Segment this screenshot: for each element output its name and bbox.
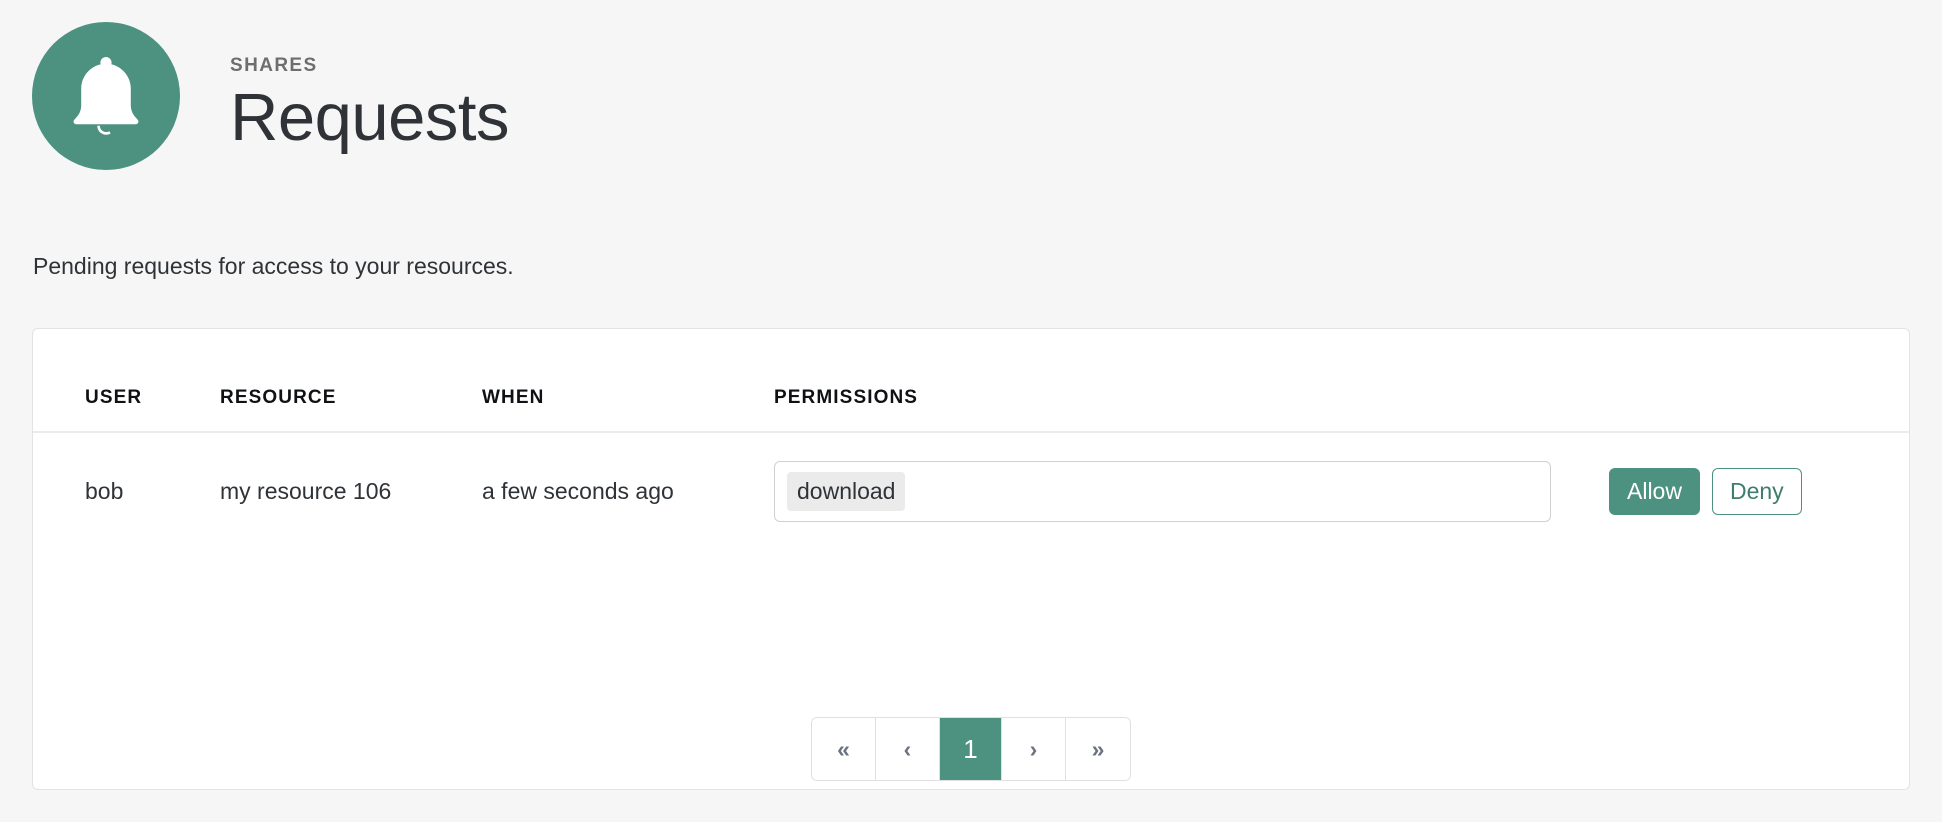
column-header-when: WHEN (482, 329, 774, 433)
cell-when: a few seconds ago (482, 478, 674, 505)
column-header-user: USER (33, 329, 220, 433)
table-header-row: USER RESOURCE WHEN PERMISSIONS (33, 329, 1909, 433)
requests-page: SHARES Requests Pending requests for acc… (0, 0, 1942, 822)
pagination-prev-button[interactable]: ‹ (876, 718, 940, 780)
cell-user: bob (85, 478, 124, 505)
column-header-actions (1609, 329, 1909, 433)
permission-tag[interactable]: download (787, 472, 906, 512)
cell-actions: Allow Deny (1609, 432, 1909, 550)
header-text: SHARES Requests (230, 22, 510, 155)
cell-permissions: download (774, 432, 1609, 550)
row-actions: Allow Deny (1609, 468, 1909, 516)
pagination: « ‹ 1 › » (811, 717, 1131, 781)
pagination-first-button[interactable]: « (812, 718, 876, 780)
page-title: Requests (230, 80, 510, 155)
bell-icon (32, 22, 180, 170)
column-header-permissions: PERMISSIONS (774, 329, 1609, 433)
page-subtitle: Pending requests for access to your reso… (33, 253, 514, 279)
page-header: SHARES Requests (32, 22, 510, 170)
pagination-last-button[interactable]: » (1066, 718, 1130, 780)
table-row: bob my resource 106 a few seconds ago do… (33, 432, 1909, 550)
table-head: USER RESOURCE WHEN PERMISSIONS (33, 329, 1909, 433)
pagination-page-1[interactable]: 1 (940, 718, 1002, 780)
requests-card: USER RESOURCE WHEN PERMISSIONS bob my re… (32, 328, 1910, 790)
breadcrumb-eyebrow: SHARES (230, 55, 318, 76)
pagination-next-button[interactable]: › (1002, 718, 1066, 780)
permissions-input[interactable]: download (774, 461, 1551, 523)
pagination-wrapper: « ‹ 1 › » (33, 717, 1909, 781)
requests-table: USER RESOURCE WHEN PERMISSIONS bob my re… (33, 329, 1909, 550)
table-body: bob my resource 106 a few seconds ago do… (33, 432, 1909, 550)
deny-button[interactable]: Deny (1711, 468, 1802, 516)
cell-resource: my resource 106 (220, 478, 392, 505)
allow-button[interactable]: Allow (1609, 468, 1700, 516)
column-header-resource: RESOURCE (220, 329, 482, 433)
